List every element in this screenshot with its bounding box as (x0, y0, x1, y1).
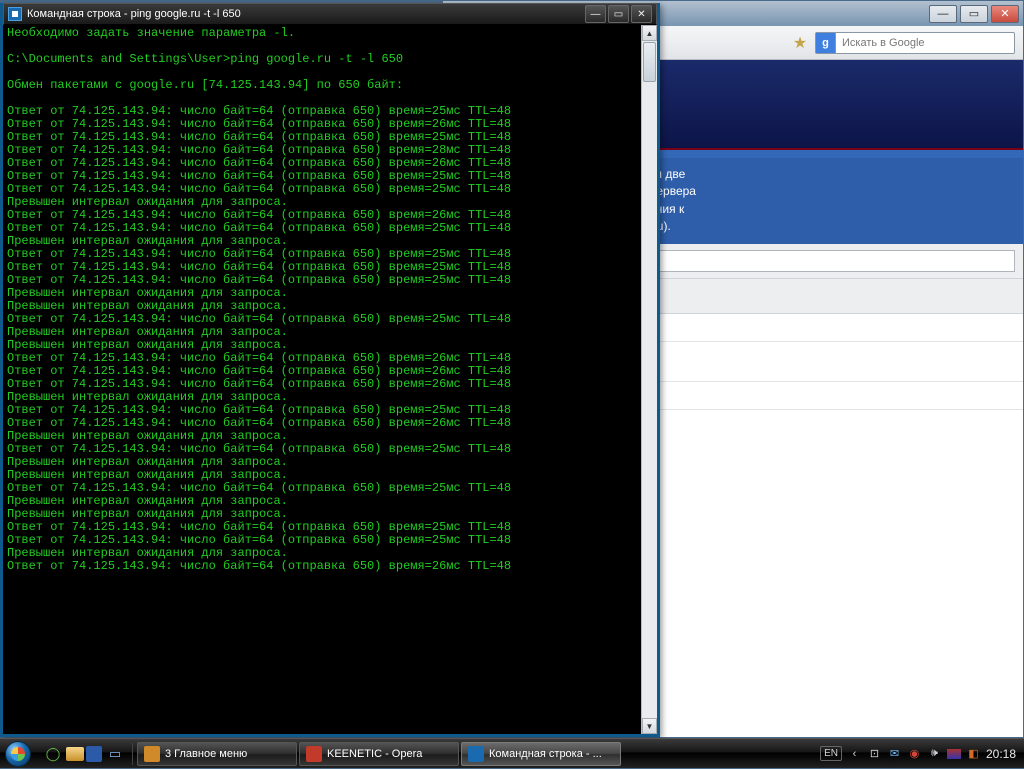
ql-show-desktop-icon[interactable]: ▭ (104, 743, 126, 765)
taskbar-item-label: 3 Главное меню (165, 748, 247, 760)
tray-flag-icon[interactable] (947, 749, 961, 759)
ql-utorrent-icon[interactable]: ◯ (42, 743, 64, 765)
cmd-app-icon (8, 7, 22, 21)
browser-minimize-button[interactable]: — (929, 5, 957, 23)
browser-maximize-button[interactable]: ▭ (960, 5, 988, 23)
tray-expand-icon[interactable]: ‹ (847, 746, 862, 761)
taskbar-tasks: 3 Главное меню KEENETIC - Opera Командная … (133, 742, 812, 766)
scroll-up-icon[interactable]: ▲ (642, 25, 657, 41)
browser-close-button[interactable]: ✕ (991, 5, 1019, 23)
cmd-close-button[interactable]: ✕ (631, 5, 652, 23)
tray-chat-icon[interactable]: ✉ (887, 746, 902, 761)
start-button[interactable] (0, 739, 36, 769)
taskbar-item[interactable]: KEENETIC - Opera (299, 742, 459, 766)
cmd-minimize-button[interactable]: — (585, 5, 606, 23)
cmd-window: Командная строка - ping google.ru -t -l … (0, 3, 660, 737)
taskbar-item-label: KEENETIC - Opera (327, 748, 422, 760)
scroll-thumb[interactable] (643, 42, 656, 82)
taskbar-item-label: Командная строка - ... (489, 748, 602, 760)
taskbar-item-icon (468, 746, 484, 762)
google-icon: g (816, 33, 836, 53)
cmd-titlebar[interactable]: Командная строка - ping google.ru -t -l … (3, 3, 657, 25)
language-indicator[interactable]: EN (820, 746, 842, 761)
tray-app-icon[interactable]: ◧ (966, 746, 981, 761)
bookmark-star-icon[interactable]: ★ (791, 34, 809, 52)
taskbar-item-icon (144, 746, 160, 762)
taskbar: ◯ ▭ 3 Главное меню KEENETIC - Opera Команд… (0, 738, 1024, 768)
search-placeholder: Искать в Google (836, 37, 1014, 49)
tray-volume-icon[interactable]: 🕪 (927, 746, 942, 761)
taskbar-item-icon (306, 746, 322, 762)
tray-shield-icon[interactable]: ◉ (907, 746, 922, 761)
cmd-output[interactable]: Необходимо задать значение параметра -l.… (3, 25, 641, 734)
taskbar-item[interactable]: Командная строка - ... (461, 742, 621, 766)
taskbar-clock[interactable]: 20:18 (986, 747, 1016, 761)
taskbar-item[interactable]: 3 Главное меню (137, 742, 297, 766)
windows-orb-icon (5, 741, 31, 767)
cmd-scrollbar[interactable]: ▲ ▼ (641, 25, 657, 734)
quick-launch: ◯ ▭ (36, 743, 133, 765)
system-tray: EN ‹ ⊡ ✉ ◉ 🕪 ◧ 20:18 (812, 746, 1024, 761)
ql-explorer-icon[interactable] (66, 747, 84, 761)
tray-network-icon[interactable]: ⊡ (867, 746, 882, 761)
scroll-down-icon[interactable]: ▼ (642, 718, 657, 734)
cmd-title-text: Командная строка - ping google.ru -t -l … (27, 8, 583, 20)
ql-save-icon[interactable] (86, 746, 102, 762)
cmd-maximize-button[interactable]: ▭ (608, 5, 629, 23)
browser-search-box[interactable]: g Искать в Google (815, 32, 1015, 54)
